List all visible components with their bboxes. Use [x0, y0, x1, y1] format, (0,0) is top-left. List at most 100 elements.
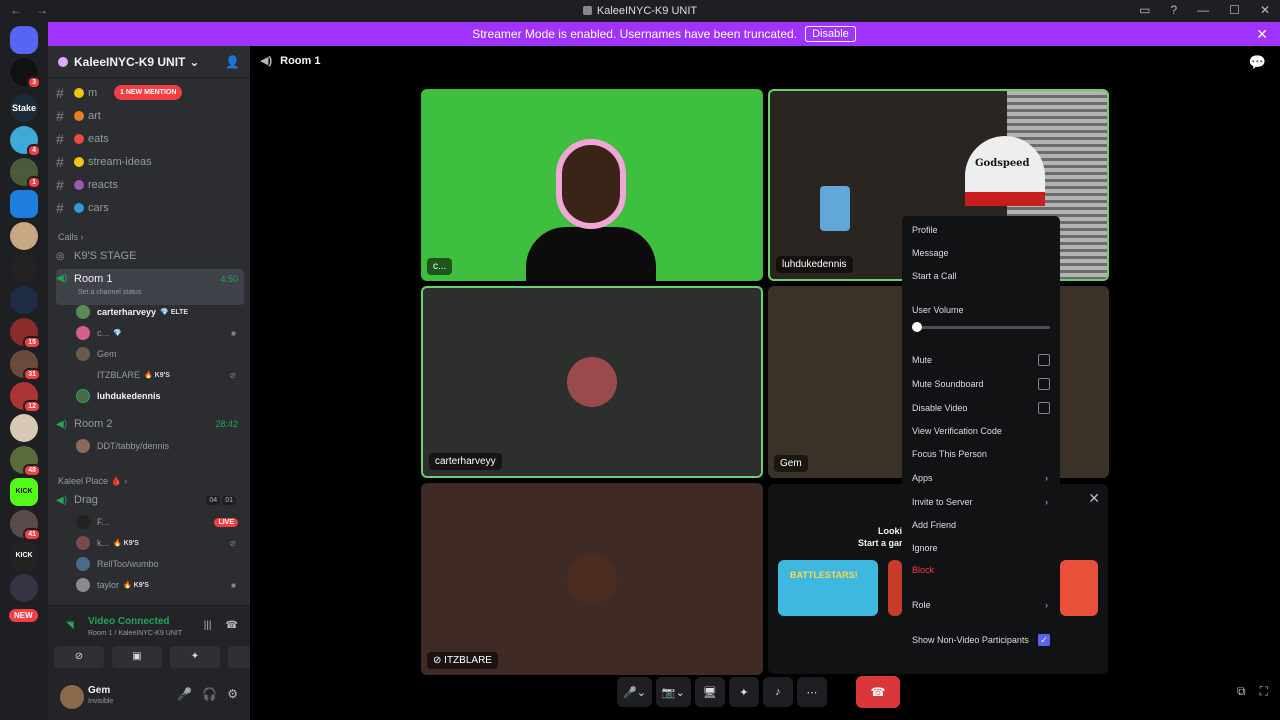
- voice-channel-room2[interactable]: ◀) Room 2 28:42: [56, 413, 244, 435]
- headphones-icon[interactable]: 🎧: [202, 687, 217, 701]
- server-header[interactable]: KaleeINYC-K9 UNIT ⌄ 👤: [48, 46, 250, 78]
- voice-member[interactable]: c... 💎 ■: [76, 323, 244, 343]
- kaleel-place-category[interactable]: Kaleel Place 🩸 ›: [58, 476, 127, 487]
- menu-item-mute-soundboard[interactable]: Mute Soundboard: [912, 376, 1052, 392]
- server-icon[interactable]: [10, 254, 38, 282]
- show-non-video-checkbox[interactable]: ✓: [1038, 634, 1050, 646]
- server-icon[interactable]: 48: [10, 446, 41, 477]
- channel-item[interactable]: # eats: [56, 128, 242, 150]
- invite-people-icon[interactable]: 👤: [225, 55, 240, 69]
- voice-member[interactable]: Gem: [76, 344, 244, 364]
- leave-call-button[interactable]: ☎: [856, 676, 900, 708]
- game-card[interactable]: [888, 560, 902, 616]
- video-tile[interactable]: ⊘ ITZBLARE: [421, 483, 763, 675]
- channel-item[interactable]: # art: [56, 105, 242, 127]
- server-icon[interactable]: 12: [10, 382, 41, 413]
- menu-item-ignore[interactable]: Ignore: [912, 540, 1052, 556]
- voice-status[interactable]: Video Connected: [88, 616, 170, 627]
- server-icon[interactable]: 15: [10, 318, 41, 349]
- server-icon[interactable]: [10, 574, 38, 602]
- help-icon[interactable]: ?: [1170, 3, 1177, 17]
- noise-suppression-icon[interactable]: |||: [204, 620, 212, 631]
- settings-gear-icon[interactable]: ⚙: [227, 687, 238, 701]
- menu-item-add-friend[interactable]: Add Friend: [912, 517, 1052, 533]
- voice-member[interactable]: carterharveyy 💎 ELTE: [76, 302, 244, 322]
- video-tile[interactable]: carterharveyy: [421, 286, 763, 478]
- server-icon[interactable]: 3: [10, 58, 41, 89]
- camera-button[interactable]: 📷 ⌄: [655, 677, 691, 707]
- stage-channel[interactable]: ◎ K9'S STAGE: [56, 245, 244, 267]
- minimize-icon[interactable]: —: [1197, 3, 1209, 17]
- menu-item-message[interactable]: Message: [912, 245, 1052, 261]
- menu-item-verification-code[interactable]: View Verification Code: [912, 423, 1052, 439]
- menu-item-apps[interactable]: Apps ›: [912, 470, 1052, 486]
- menu-item-mute[interactable]: Mute: [912, 352, 1052, 368]
- discord-home-icon[interactable]: [10, 26, 38, 54]
- channel-item[interactable]: # reacts: [56, 174, 242, 196]
- disconnect-icon[interactable]: ☎: [226, 620, 238, 631]
- stake-server-icon[interactable]: Stake: [10, 94, 38, 122]
- channel-item[interactable]: # stream-ideas: [56, 151, 242, 173]
- user-avatar[interactable]: [60, 685, 84, 709]
- new-mention-pill[interactable]: 1 NEW MENTION: [114, 85, 183, 100]
- close-window-icon[interactable]: ✕: [1260, 3, 1270, 17]
- voice-member[interactable]: RellToo/wumbo: [76, 554, 244, 574]
- server-icon[interactable]: [10, 286, 38, 314]
- inbox-icon[interactable]: ▭: [1139, 3, 1150, 17]
- server-icon[interactable]: [10, 190, 38, 218]
- kick-server-icon[interactable]: KICK: [10, 478, 38, 506]
- voice-channel-drag[interactable]: ◀) Drag 04 01: [56, 489, 244, 511]
- channel-status[interactable]: Set a channel status: [78, 289, 141, 296]
- soundboard-button[interactable]: ♪: [762, 677, 793, 707]
- menu-item-disable-video[interactable]: Disable Video: [912, 400, 1052, 416]
- screen-share-button[interactable]: 🖥: [694, 677, 725, 707]
- menu-item-invite[interactable]: Invite to Server ›: [912, 494, 1052, 510]
- activities-button[interactable]: ✦: [728, 677, 759, 707]
- pop-out-icon[interactable]: ⧉: [1237, 684, 1246, 699]
- close-icon[interactable]: ✕: [1088, 490, 1100, 507]
- mute-checkbox[interactable]: [1038, 354, 1050, 366]
- disable-video-checkbox[interactable]: [1038, 402, 1050, 414]
- voice-member[interactable]: F... LIVE: [76, 512, 244, 532]
- menu-item-role[interactable]: Role ›: [912, 597, 1052, 613]
- voice-member[interactable]: DDT/tabby/dennis: [76, 436, 244, 456]
- mute-soundboard-checkbox[interactable]: [1038, 378, 1050, 390]
- game-card[interactable]: BATTLESTARS!: [778, 560, 878, 616]
- maximize-icon[interactable]: ☐: [1229, 3, 1240, 17]
- volume-slider-handle[interactable]: [912, 322, 922, 332]
- server-icon[interactable]: 4: [10, 126, 41, 157]
- menu-item-show-non-video[interactable]: Show Non-Video Participants ✓: [912, 632, 1052, 648]
- camera-off-button[interactable]: ⊘: [54, 646, 104, 668]
- voice-channel-room1[interactable]: ◀) Room 1 4:50 Set a channel status: [56, 269, 244, 305]
- menu-item-profile[interactable]: Profile: [912, 222, 1052, 238]
- chevron-down-icon[interactable]: ⌄: [676, 686, 685, 699]
- server-icon[interactable]: 1: [10, 158, 41, 189]
- voice-member[interactable]: luhdukedennis: [76, 386, 244, 406]
- menu-item-block[interactable]: Block: [912, 562, 1052, 578]
- fullscreen-icon[interactable]: ⛶: [1260, 684, 1268, 699]
- voice-member[interactable]: taylor 🔥 K9'S ■: [76, 575, 244, 595]
- volume-slider[interactable]: [914, 326, 1050, 329]
- voice-location[interactable]: Room 1 / KaleeINYC-K9 UNIT: [88, 630, 182, 637]
- chat-icon[interactable]: 💬: [1249, 54, 1266, 71]
- video-tile[interactable]: c...: [421, 89, 763, 281]
- menu-item-focus-person[interactable]: Focus This Person: [912, 446, 1052, 462]
- chevron-down-icon[interactable]: ⌄: [637, 686, 646, 699]
- server-icon[interactable]: 41: [10, 510, 41, 541]
- microphone-button[interactable]: 🎤 ⌄: [617, 677, 652, 707]
- activities-button[interactable]: ✦: [170, 646, 220, 668]
- more-options-button[interactable]: ⋯: [796, 677, 827, 707]
- close-banner-icon[interactable]: ✕: [1256, 26, 1268, 43]
- server-icon[interactable]: [10, 222, 38, 250]
- server-icon[interactable]: [10, 414, 38, 442]
- screen-share-button[interactable]: ▣: [112, 646, 162, 668]
- calls-category[interactable]: Calls ›: [58, 232, 84, 242]
- kick-server-icon[interactable]: KICK: [10, 542, 38, 570]
- voice-member[interactable]: ITZBLARE 🔥 K9'S ⊘: [76, 365, 244, 385]
- menu-item-start-call[interactable]: Start a Call: [912, 268, 1052, 284]
- microphone-icon[interactable]: 🎤: [177, 687, 192, 701]
- channel-item[interactable]: # cars: [56, 197, 242, 219]
- game-card[interactable]: [1060, 560, 1098, 616]
- disable-streamer-button[interactable]: Disable: [805, 26, 856, 42]
- voice-member[interactable]: k... 🔥 K9'S ⊘: [76, 533, 244, 553]
